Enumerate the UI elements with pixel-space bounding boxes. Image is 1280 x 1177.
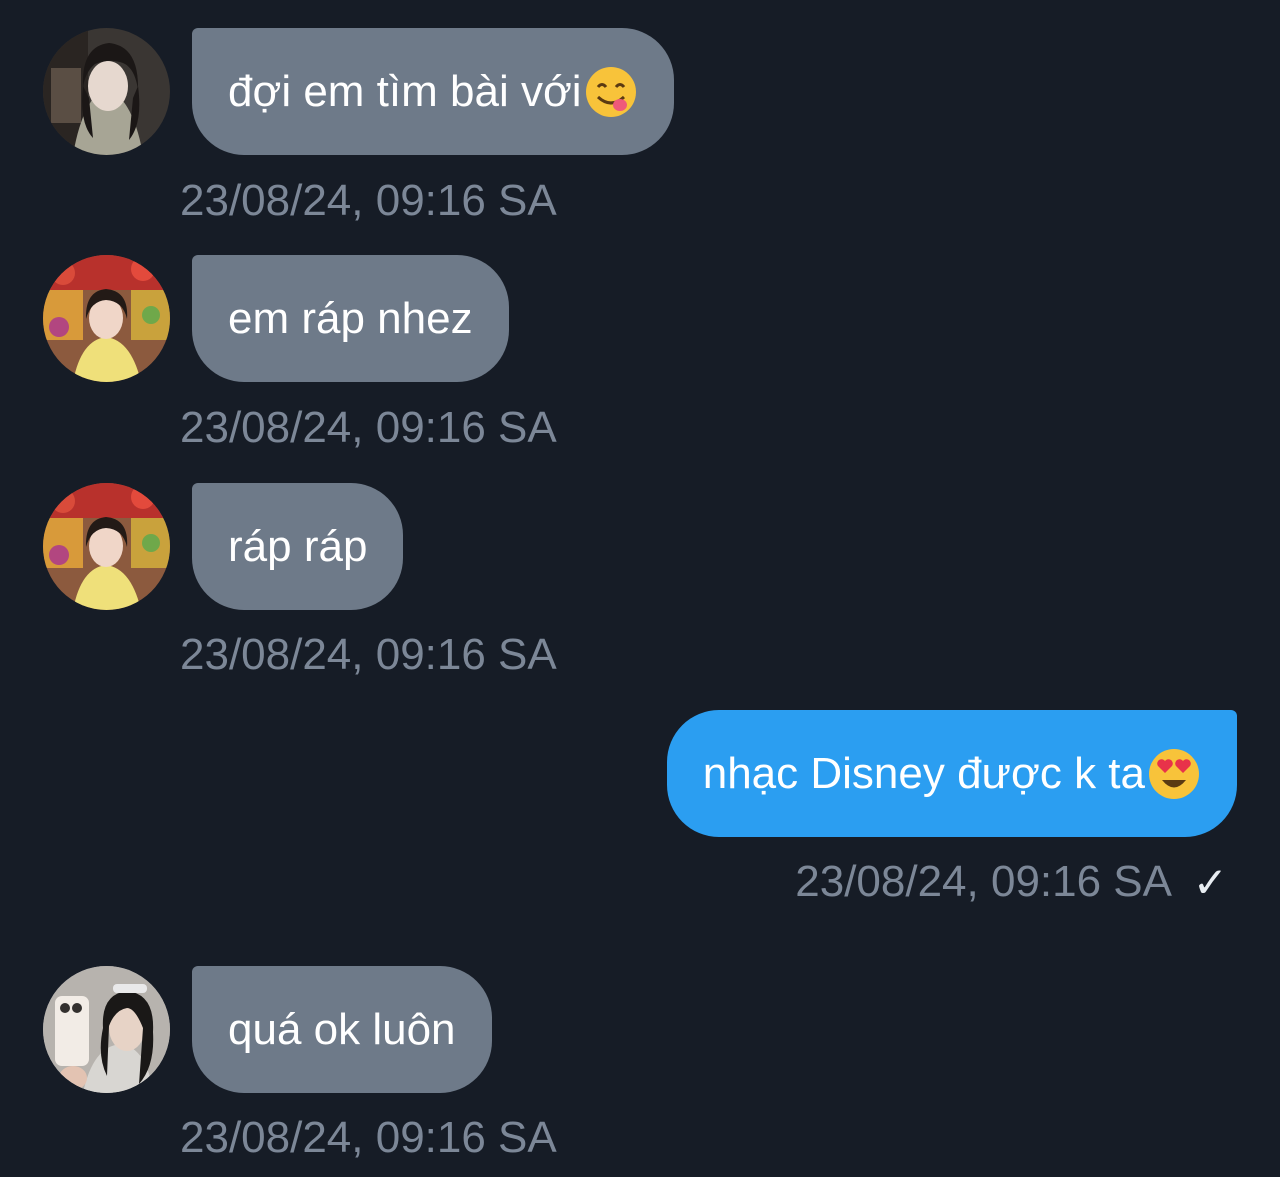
message-text: em ráp nhez — [228, 293, 473, 343]
message-timestamp: 23/08/24, 09:16 SA — [180, 630, 557, 679]
message-bubble[interactable]: đợi em tìm bài với — [192, 28, 674, 155]
message-bubble[interactable]: ráp ráp — [192, 483, 404, 610]
checkmark-icon: ✓ — [1192, 859, 1228, 906]
chat-thread: đợi em tìm bài với 23/08/24, 09:16 SA em… — [0, 0, 1280, 1177]
avatar-dark-hair-icon[interactable] — [43, 28, 170, 155]
message-text: đợi em tìm bài với — [228, 66, 582, 116]
message-text: ráp ráp — [228, 521, 368, 571]
message-timestamp: 23/08/24, 09:16 SA — [180, 403, 557, 452]
message-timestamp: 23/08/24, 09:16 SA — [180, 176, 557, 225]
avatar-yellow-top-icon[interactable] — [43, 255, 170, 382]
message-timestamp: 23/08/24, 09:16 SA — [795, 857, 1172, 906]
message-bubble[interactable]: quá ok luôn — [192, 966, 492, 1093]
message-text: quá ok luôn — [228, 1004, 456, 1054]
message-bubble[interactable]: em ráp nhez — [192, 255, 509, 382]
message-timestamp: 23/08/24, 09:16 SA — [180, 1113, 557, 1162]
heart-eyes-emoji-icon — [1147, 747, 1201, 801]
face-savoring-food-emoji-icon — [584, 65, 638, 119]
message-text: nhạc Disney được k ta — [702, 748, 1145, 798]
avatar-selfie-icon[interactable] — [43, 966, 170, 1093]
avatar-yellow-top-icon[interactable] — [43, 483, 170, 610]
message-bubble[interactable]: nhạc Disney được k ta — [666, 710, 1237, 837]
